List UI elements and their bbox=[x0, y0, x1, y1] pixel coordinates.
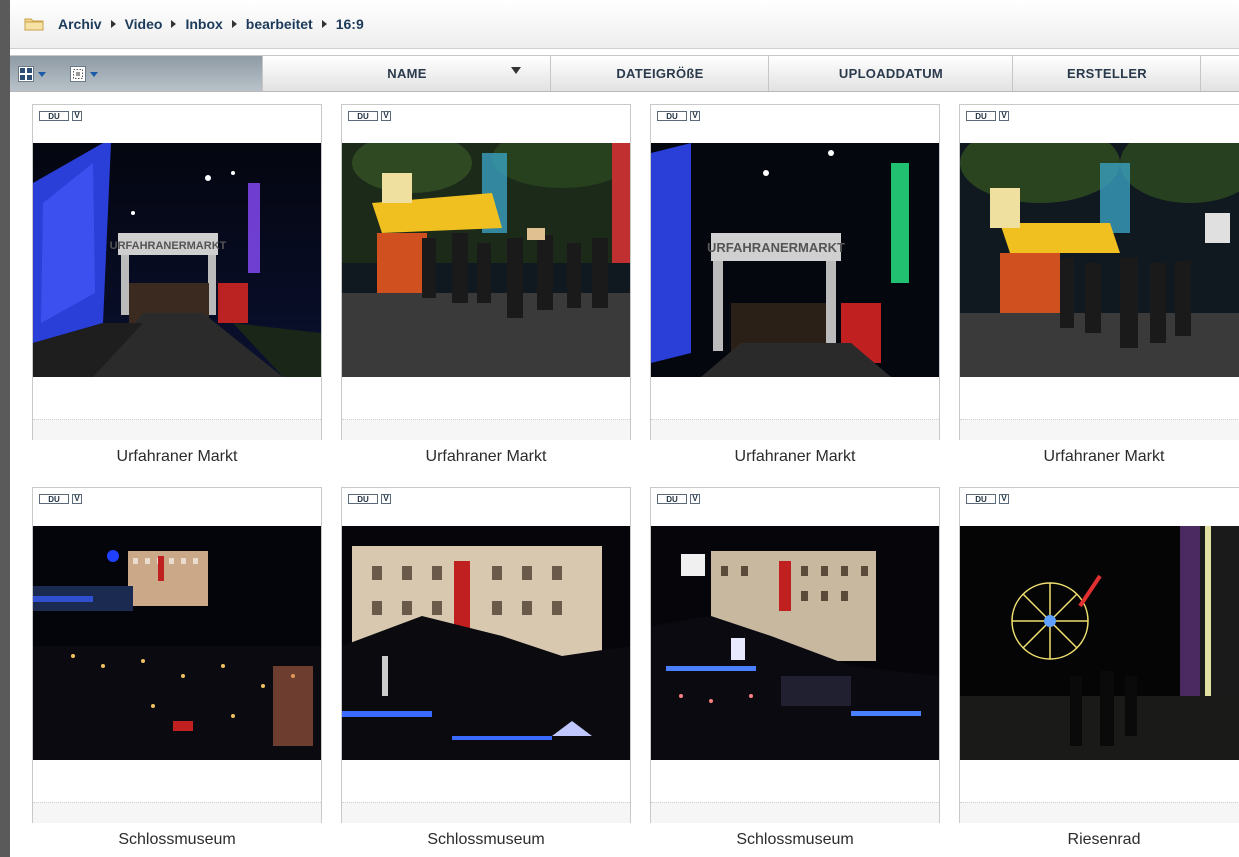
tile-caption: Schlossmuseum bbox=[736, 831, 854, 848]
video-badge: V bbox=[999, 494, 1009, 504]
tile-meta bbox=[960, 419, 1239, 440]
column-header-bar: NAME DATEIGRÖßE UPLOADDATUM ERSTELLER bbox=[10, 55, 1239, 92]
du-badge: DU bbox=[966, 494, 996, 504]
badges: DU V bbox=[348, 494, 391, 504]
tile-meta bbox=[342, 802, 630, 823]
breadcrumb-item-inbox[interactable]: Inbox bbox=[185, 16, 222, 32]
breadcrumb-item-video[interactable]: Video bbox=[125, 16, 163, 32]
badges: DU V bbox=[657, 494, 700, 504]
column-uploaddate[interactable]: UPLOADDATUM bbox=[768, 56, 1013, 91]
tile-meta bbox=[33, 802, 321, 823]
chevron-right-icon bbox=[231, 20, 237, 28]
badges: DU V bbox=[39, 494, 82, 504]
select-icon bbox=[70, 66, 86, 82]
video-badge: V bbox=[381, 494, 391, 504]
du-badge: DU bbox=[348, 494, 378, 504]
column-uploaddate-label: UPLOADDATUM bbox=[838, 66, 944, 81]
media-tile[interactable]: DU V bbox=[341, 104, 631, 440]
column-filesize-label: DATEIGRÖßE bbox=[616, 66, 704, 81]
tile-caption: Urfahraner Markt bbox=[425, 448, 547, 465]
badges: DU V bbox=[657, 111, 700, 121]
gate-sign: URFAHRANERMARKT bbox=[110, 240, 227, 252]
tile-meta bbox=[342, 419, 630, 440]
media-tile[interactable]: DU V bbox=[341, 487, 631, 823]
grid-view-icon bbox=[18, 66, 34, 82]
video-badge: V bbox=[690, 494, 700, 504]
view-controls bbox=[10, 56, 262, 91]
media-tile[interactable]: DU V bbox=[959, 487, 1239, 823]
folder-icon bbox=[24, 17, 44, 31]
badges: DU V bbox=[966, 111, 1009, 121]
column-creator[interactable]: ERSTELLER bbox=[1012, 56, 1201, 91]
breadcrumb-item-archiv[interactable]: Archiv bbox=[58, 16, 102, 32]
media-tile[interactable]: DU V URFAHRANERMARKT bbox=[650, 104, 940, 440]
du-badge: DU bbox=[657, 494, 687, 504]
tile-caption: Schlossmuseum bbox=[427, 831, 545, 848]
video-badge: V bbox=[999, 111, 1009, 121]
gate-sign: URFAHRANERMARKT bbox=[707, 240, 845, 255]
tile-caption: Urfahraner Markt bbox=[1043, 448, 1165, 465]
selection-mode-button[interactable] bbox=[70, 65, 98, 83]
breadcrumb: Archiv Video Inbox bearbeitet 16:9 bbox=[10, 0, 1239, 49]
tile-caption: Schlossmuseum bbox=[118, 831, 236, 848]
media-tile[interactable]: DU V bbox=[959, 104, 1239, 440]
breadcrumb-item-current[interactable]: 16:9 bbox=[336, 16, 364, 32]
tile-caption: Urfahraner Markt bbox=[734, 448, 856, 465]
video-thumbnail[interactable] bbox=[960, 143, 1239, 377]
tile-caption: Urfahraner Markt bbox=[116, 448, 238, 465]
column-filesize[interactable]: DATEIGRÖßE bbox=[550, 56, 769, 91]
column-name[interactable]: NAME bbox=[262, 56, 551, 91]
sort-desc-icon bbox=[511, 67, 521, 74]
du-badge: DU bbox=[657, 111, 687, 121]
du-badge: DU bbox=[966, 111, 996, 121]
media-tile[interactable]: DU V URFAHRANERMARKT bbox=[32, 104, 322, 440]
tile-meta bbox=[33, 419, 321, 440]
video-thumbnail[interactable] bbox=[960, 526, 1239, 760]
video-thumbnail[interactable] bbox=[651, 526, 939, 760]
video-badge: V bbox=[72, 111, 82, 121]
du-badge: DU bbox=[39, 494, 69, 504]
video-badge: V bbox=[381, 111, 391, 121]
chevron-down-icon bbox=[90, 71, 98, 77]
chevron-right-icon bbox=[171, 20, 177, 28]
column-more[interactable] bbox=[1200, 56, 1239, 91]
du-badge: DU bbox=[348, 111, 378, 121]
badges: DU V bbox=[966, 494, 1009, 504]
tile-meta bbox=[651, 419, 939, 440]
media-tile[interactable]: DU V bbox=[32, 487, 322, 823]
column-name-label: NAME bbox=[387, 66, 427, 81]
tile-meta bbox=[651, 802, 939, 823]
video-thumbnail[interactable] bbox=[342, 526, 630, 760]
chevron-right-icon bbox=[110, 20, 116, 28]
video-thumbnail[interactable]: URFAHRANERMARKT bbox=[33, 143, 321, 377]
du-badge: DU bbox=[39, 111, 69, 121]
tile-meta bbox=[960, 802, 1239, 823]
badges: DU V bbox=[39, 111, 82, 121]
video-badge: V bbox=[72, 494, 82, 504]
app-window: Archiv Video Inbox bearbeitet 16:9 NAME … bbox=[10, 0, 1239, 857]
video-thumbnail[interactable]: URFAHRANERMARKT bbox=[651, 143, 939, 377]
tile-caption: Riesenrad bbox=[1067, 831, 1141, 848]
breadcrumb-item-bearbeitet[interactable]: bearbeitet bbox=[246, 16, 313, 32]
column-creator-label: ERSTELLER bbox=[1067, 66, 1147, 81]
badges: DU V bbox=[348, 111, 391, 121]
chevron-right-icon bbox=[321, 20, 327, 28]
media-tile[interactable]: DU V bbox=[650, 487, 940, 823]
view-mode-button[interactable] bbox=[18, 65, 46, 83]
video-thumbnail[interactable] bbox=[33, 526, 321, 760]
video-badge: V bbox=[690, 111, 700, 121]
video-thumbnail[interactable] bbox=[342, 143, 630, 377]
chevron-down-icon bbox=[38, 71, 46, 77]
